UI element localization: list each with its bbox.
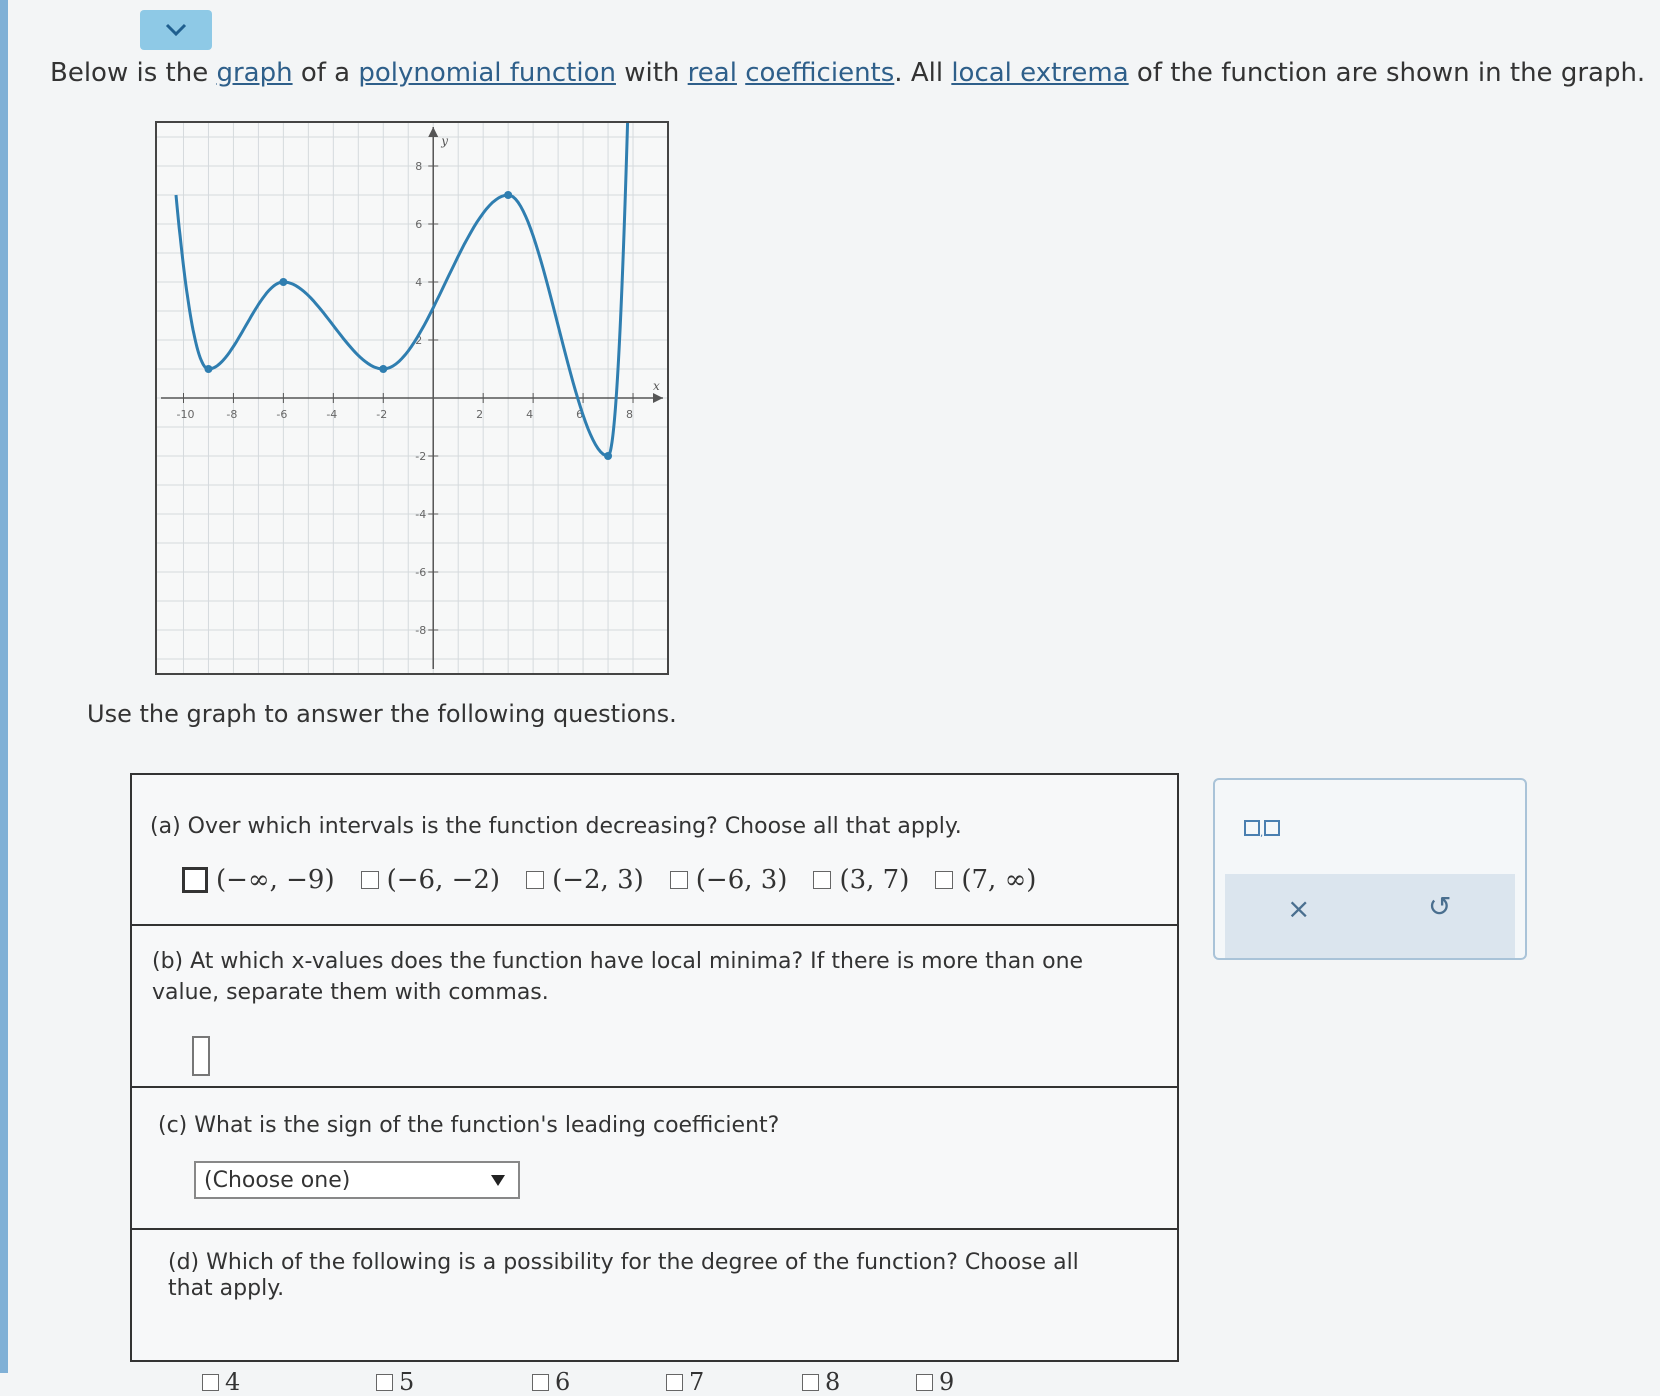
- leading-coefficient-select[interactable]: (Choose one): [194, 1161, 520, 1199]
- dropdown-arrow-icon: [491, 1175, 505, 1186]
- interval-checkbox[interactable]: [935, 871, 954, 889]
- question-b: (b) At which x-values does the function …: [132, 926, 1177, 1088]
- x-tick-label: 4: [526, 408, 533, 421]
- degree-checkbox[interactable]: [666, 1373, 683, 1391]
- vocabulary-link[interactable]: polynomial function: [358, 58, 616, 88]
- extremum-point: [204, 365, 213, 373]
- interval-label: (−2, 3): [552, 865, 644, 895]
- answer-tools-panel: , × ↺: [1213, 778, 1527, 960]
- x-axis-label: x: [653, 379, 660, 393]
- degree-option[interactable]: 5: [376, 1368, 414, 1396]
- intro-text: of the function are shown in the graph.: [1128, 58, 1646, 88]
- interval-checkbox[interactable]: [182, 867, 208, 893]
- interval-checkbox[interactable]: [526, 871, 545, 889]
- y-axis-label: y: [440, 134, 448, 148]
- degree-checkbox[interactable]: [532, 1373, 549, 1391]
- question-d-text: (d) Which of the following is a possibil…: [168, 1250, 1079, 1301]
- extremum-point: [604, 452, 613, 460]
- questions-box: (a) Over which intervals is the function…: [130, 773, 1179, 1396]
- question-a-text: (a) Over which intervals is the function…: [150, 814, 962, 839]
- x-tick-label: 2: [476, 408, 483, 421]
- x-axis-arrow-icon: [653, 393, 663, 403]
- y-tick-label: -4: [415, 508, 426, 521]
- question-a: (a) Over which intervals is the function…: [132, 775, 1177, 926]
- interval-checkbox[interactable]: [669, 871, 688, 889]
- y-axis-arrow-icon: [428, 127, 439, 137]
- x-tick-label: -6: [276, 408, 287, 421]
- y-tick-label: -6: [415, 566, 426, 579]
- intro-text: . All: [894, 58, 952, 88]
- local-minima-input[interactable]: [192, 1036, 210, 1076]
- ordered-pair-icon[interactable]: ,: [1243, 818, 1287, 838]
- question-d: (d) Which of the following is a possibil…: [132, 1230, 1177, 1396]
- degree-checkbox[interactable]: [802, 1373, 819, 1391]
- graph-panel: x y -10 -8 -6 -4 -2 2 4 6 8 8 6 4 2 -2 -4 -6 -8: [155, 121, 669, 675]
- vocabulary-link[interactable]: graph: [216, 58, 292, 88]
- intro-text: [737, 58, 745, 88]
- x-tick-label: -4: [326, 408, 337, 421]
- extremum-point: [279, 278, 288, 286]
- select-value: (Choose one): [204, 1167, 351, 1193]
- y-tick-label: -2: [415, 450, 426, 463]
- degree-checkbox[interactable]: [916, 1373, 933, 1391]
- polynomial-graph: xy-10 -8 -6 -4 -2 2 4 6 88642-2-4-6-8: [157, 123, 667, 673]
- vocabulary-link[interactable]: real: [688, 58, 737, 88]
- x-tick-label: 8: [626, 408, 633, 421]
- question-b-text: (b) At which x-values does the function …: [152, 949, 1084, 1005]
- interval-label: (7, ∞): [961, 865, 1037, 895]
- collapse-button[interactable]: [140, 10, 212, 50]
- chevron-down-icon: [165, 23, 187, 37]
- question-a-options: (−∞, −9) (−6, −2) (−2, 3) (−6, 3) (3, 7) (7, …: [182, 865, 1048, 895]
- degree-option[interactable]: 9: [916, 1368, 954, 1396]
- vocabulary-link[interactable]: coefficients: [745, 58, 894, 88]
- svg-text:,: ,: [1260, 828, 1263, 838]
- degree-option[interactable]: 7: [666, 1368, 704, 1396]
- window-edge: [0, 0, 8, 1373]
- undo-button[interactable]: ↺: [1428, 890, 1451, 923]
- x-tick-label: -8: [226, 408, 237, 421]
- intro-text: of a: [292, 58, 359, 88]
- degree-option[interactable]: 6: [532, 1368, 570, 1396]
- interval-checkbox[interactable]: [360, 871, 379, 889]
- x-tick-label: -10: [176, 408, 194, 421]
- degree-option[interactable]: 4: [202, 1368, 240, 1396]
- degree-label: 4: [225, 1368, 241, 1396]
- y-tick-label: 8: [415, 160, 422, 173]
- interval-label: (−6, −2): [386, 865, 501, 895]
- tools-bar: [1225, 874, 1515, 958]
- question-intro: Below is the graph of a polynomial funct…: [50, 58, 1645, 88]
- instruction-text: Use the graph to answer the following qu…: [87, 700, 677, 728]
- degree-label: 8: [825, 1368, 841, 1396]
- degree-option[interactable]: 8: [802, 1368, 840, 1396]
- degree-label: 6: [555, 1368, 571, 1396]
- degree-label: 7: [689, 1368, 705, 1396]
- y-tick-label: -8: [415, 624, 426, 637]
- question-c-text: (c) What is the sign of the function's l…: [158, 1113, 780, 1138]
- degree-label: 9: [939, 1368, 955, 1396]
- vocabulary-link[interactable]: local extrema: [951, 58, 1128, 88]
- interval-label: (3, 7): [839, 865, 910, 895]
- extremum-point: [504, 191, 513, 199]
- clear-button[interactable]: ×: [1287, 892, 1310, 925]
- degree-checkbox[interactable]: [376, 1373, 393, 1391]
- x-tick-label: -2: [376, 408, 387, 421]
- degree-label: 5: [399, 1368, 415, 1396]
- extremum-point: [379, 365, 388, 373]
- intro-text: Below is the: [50, 58, 217, 88]
- interval-checkbox[interactable]: [813, 871, 832, 889]
- y-tick-label: 4: [415, 276, 422, 289]
- question-c: (c) What is the sign of the function's l…: [132, 1088, 1177, 1230]
- degree-checkbox[interactable]: [202, 1373, 219, 1391]
- y-tick-label: 6: [415, 218, 422, 231]
- interval-label: (−∞, −9): [216, 865, 335, 895]
- interval-label: (−6, 3): [695, 865, 788, 895]
- intro-text: with: [615, 58, 688, 88]
- polynomial-curve: [174, 123, 630, 458]
